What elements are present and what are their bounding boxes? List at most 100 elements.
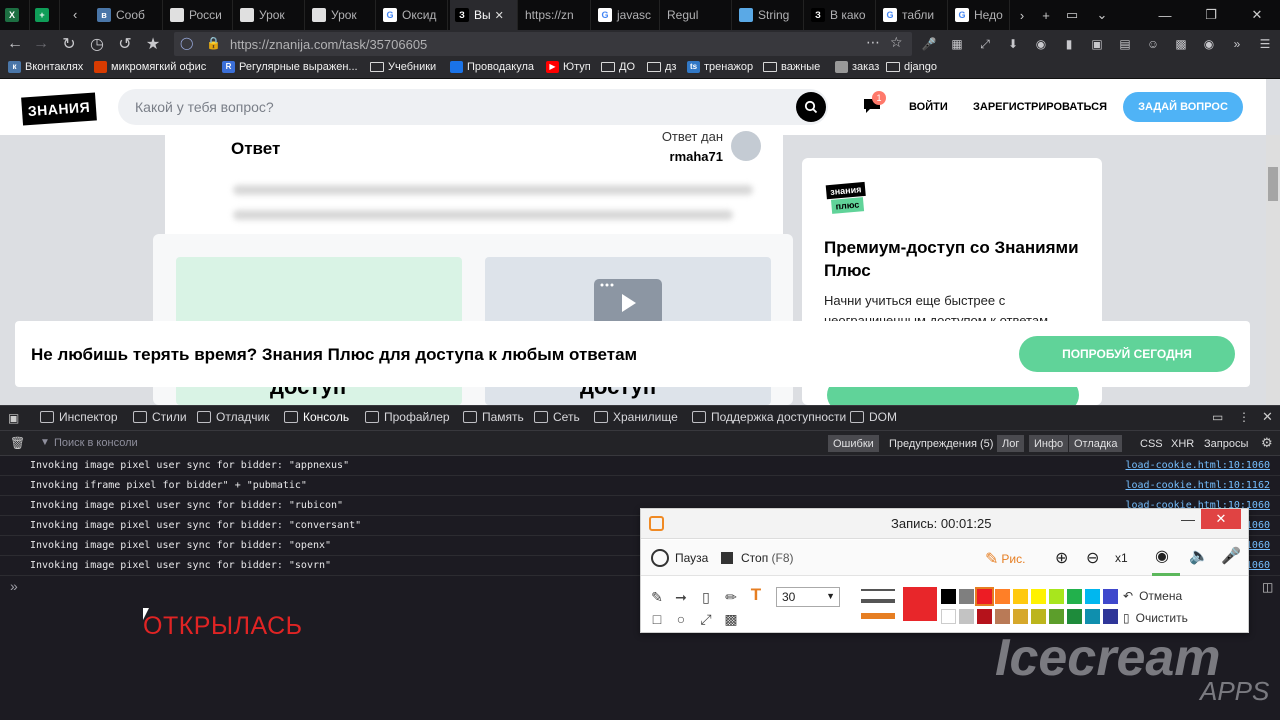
answer-author[interactable]: rmaha71 <box>670 149 723 164</box>
color-swatch[interactable] <box>1049 589 1064 604</box>
console-filter-button[interactable]: XHR <box>1166 435 1199 452</box>
current-color-swatch[interactable] <box>903 587 937 621</box>
console-filter-button[interactable]: Инфо <box>1029 435 1069 452</box>
ellipse-tool-icon[interactable]: ○ <box>673 611 689 627</box>
color-extension-icon[interactable]: ▩ <box>1172 35 1190 53</box>
bookmark-item[interactable]: ДО <box>601 61 635 73</box>
bookmark-item[interactable]: ts тренажор <box>687 61 753 73</box>
devtools-tab[interactable]: Поддержка доступности <box>692 410 846 424</box>
overflow-chevron-icon[interactable]: » <box>1228 35 1246 53</box>
arrows-tool-icon[interactable]: ⤢ <box>698 611 714 627</box>
color-swatch[interactable] <box>941 589 956 604</box>
register-link[interactable]: ЗАРЕГИСТРИРОВАТЬСЯ <box>973 101 1107 113</box>
scroll-tabs-left-icon[interactable]: ‹ <box>73 7 77 22</box>
bookmark-item[interactable]: ▶ Ютуп <box>546 61 591 73</box>
bookmark-item[interactable]: микромягкий офис <box>94 61 206 73</box>
mic-icon[interactable]: 🎤 <box>920 35 938 53</box>
color-swatch[interactable] <box>1103 589 1118 604</box>
thick-line-option[interactable] <box>861 613 895 619</box>
browser-tab[interactable]: Gjavasc <box>593 0 660 30</box>
resize-icon[interactable]: ⤢ <box>976 35 994 53</box>
translate-icon[interactable]: ▦ <box>948 35 966 53</box>
download-icon[interactable]: ⬇ <box>1004 35 1022 53</box>
devtools-tab[interactable]: Консоль <box>284 410 349 424</box>
window-minimize-icon[interactable]: — <box>1142 0 1188 30</box>
browser-tab[interactable]: Урок <box>235 0 305 30</box>
color-swatch[interactable] <box>959 589 974 604</box>
console-filter-button[interactable]: CSS <box>1135 435 1168 452</box>
tab-overview-icon[interactable]: ▭ <box>1060 0 1084 30</box>
zoom-out-icon[interactable]: ⊖ <box>1086 548 1099 568</box>
browser-tab[interactable]: Regul <box>662 0 732 30</box>
devtools-tab[interactable]: Память <box>463 410 524 424</box>
login-link[interactable]: ВОЙТИ <box>909 101 948 113</box>
browser-tab[interactable]: String <box>734 0 804 30</box>
browser-tab[interactable]: Урок <box>307 0 376 30</box>
bookmark-item[interactable]: R Регулярные выражен... <box>222 61 358 73</box>
bookmark-item[interactable]: важные <box>763 61 820 73</box>
window-close-icon[interactable]: ✕ <box>1234 0 1280 30</box>
console-filter-button[interactable]: Запросы <box>1199 435 1253 452</box>
devtools-tab[interactable]: Инспектор <box>40 410 118 424</box>
microphone-icon[interactable]: 🎤 <box>1221 546 1241 566</box>
bookmark-star-icon[interactable]: ★ <box>142 33 164 55</box>
color-swatch[interactable] <box>975 587 994 606</box>
devtools-menu-icon[interactable]: ⋮ <box>1238 410 1250 424</box>
color-swatch[interactable] <box>1067 589 1082 604</box>
console-filter-button[interactable]: Предупреждения (5) <box>884 435 998 452</box>
browser-tab[interactable]: X <box>0 0 30 30</box>
devtools-tab[interactable]: Сеть <box>534 410 580 424</box>
close-button[interactable]: ✕ <box>1201 509 1241 529</box>
devtools-tab[interactable]: Хранилище <box>594 410 678 424</box>
new-tab-icon[interactable]: + <box>1034 0 1058 30</box>
sync-icon[interactable]: ▣ <box>1088 35 1106 53</box>
search-button[interactable] <box>796 92 826 122</box>
minimize-icon[interactable]: — <box>1181 511 1195 527</box>
text-tool-icon[interactable]: T <box>748 585 764 604</box>
log-source-link[interactable]: load-cookie.html:10:1060 <box>1126 460 1271 471</box>
color-swatch[interactable] <box>959 609 974 624</box>
speaker-icon[interactable]: 🔈 <box>1189 546 1209 566</box>
devtools-tab[interactable]: DOM <box>850 410 897 424</box>
bookmark-item[interactable]: заказ <box>835 61 879 73</box>
marker-tool-icon[interactable]: ✏ <box>723 589 739 605</box>
sidebar-toggle-icon[interactable]: ◫ <box>1262 580 1273 594</box>
scrollbar-thumb[interactable] <box>1268 167 1278 201</box>
color-swatch[interactable] <box>1013 589 1028 604</box>
console-prompt-icon[interactable]: » <box>10 578 18 594</box>
search-field[interactable]: Какой у тебя вопрос? <box>118 89 828 125</box>
browser-tab[interactable]: Росси <box>165 0 233 30</box>
dock-icon[interactable]: ▭ <box>1212 410 1223 424</box>
devtools-tab[interactable]: Стили <box>133 410 187 424</box>
color-swatch[interactable] <box>1031 609 1046 624</box>
color-swatch[interactable] <box>995 589 1010 604</box>
browser-tab[interactable]: Gтабли <box>878 0 948 30</box>
pause-button[interactable]: Пауза <box>651 549 708 567</box>
znanija-logo[interactable]: ЗНАНИЯ <box>21 92 97 126</box>
webcam-icon[interactable]: ◉ <box>1155 546 1169 566</box>
forward-icon[interactable]: → <box>30 33 52 55</box>
color-swatch[interactable] <box>995 609 1010 624</box>
color-swatch[interactable] <box>1067 609 1082 624</box>
browser-tab[interactable]: G Недо <box>950 0 1010 30</box>
rectangle-tool-icon[interactable]: □ <box>649 611 665 627</box>
picker-icon[interactable]: ▣ <box>8 411 19 425</box>
bookmark-item[interactable]: django <box>886 61 937 73</box>
console-settings-icon[interactable]: ⚙ <box>1261 435 1273 451</box>
menu-icon[interactable]: ☰ <box>1256 35 1274 53</box>
undo-close-icon[interactable]: ↺ <box>114 33 136 55</box>
medium-line-option[interactable] <box>861 599 895 603</box>
bookmark-item[interactable]: Учебники <box>370 61 436 73</box>
url-bar[interactable]: ◯ 🔒 https://znanija.com/task/35706605 ⋯ … <box>174 32 912 56</box>
brush-size-select[interactable]: 30 ▼ <box>776 587 840 607</box>
color-swatch[interactable] <box>1085 589 1100 604</box>
stop-button[interactable]: Стоп (F8) <box>721 551 794 565</box>
arrow-tool-icon[interactable]: ➞ <box>673 589 689 605</box>
tab-list-icon[interactable]: ⌄ <box>1090 0 1114 30</box>
try-today-button[interactable]: ПОПРОБУЙ СЕГОДНЯ <box>1019 336 1235 372</box>
window-restore-icon[interactable]: ❐ <box>1188 0 1234 30</box>
ask-question-button[interactable]: ЗАДАЙ ВОПРОС <box>1123 92 1243 122</box>
color-swatch[interactable] <box>1031 589 1046 604</box>
draw-button[interactable]: ✎ Рис. <box>985 549 1025 569</box>
console-filter-button[interactable]: Отладка <box>1069 435 1123 452</box>
